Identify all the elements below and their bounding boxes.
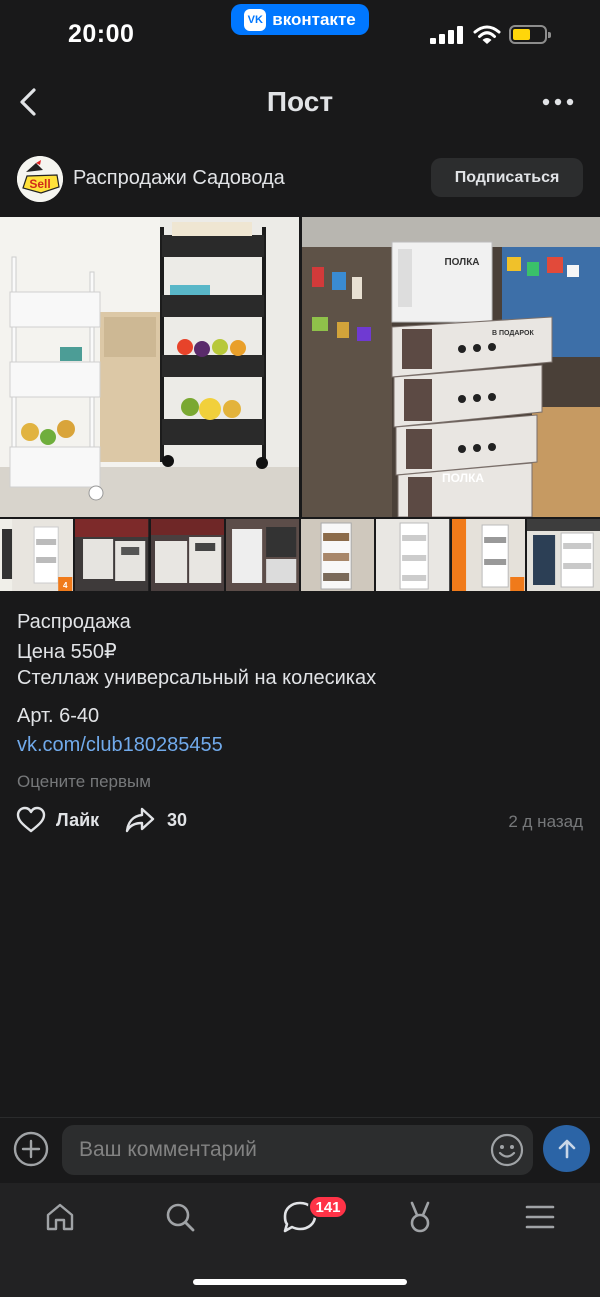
- photo-thumbnail[interactable]: [526, 519, 600, 591]
- messages-badge: 141: [308, 1195, 348, 1219]
- photo-thumbnail[interactable]: [376, 519, 450, 591]
- post-text-line: Распродажа: [17, 611, 131, 633]
- like-label: Лайк: [56, 809, 100, 830]
- photo-thumbnail[interactable]: [301, 519, 375, 591]
- tab-search[interactable]: [158, 1195, 202, 1239]
- tab-clips[interactable]: [398, 1195, 442, 1239]
- thumbnail-image: [451, 519, 525, 591]
- svg-text:Sell: Sell: [29, 177, 50, 191]
- battery-icon: [509, 25, 551, 44]
- vk-app-pill-label: вконтакте: [272, 9, 356, 29]
- photo-thumbnails: 4: [0, 519, 600, 591]
- subscribe-button[interactable]: Подписаться: [431, 158, 583, 197]
- svg-text:4: 4: [63, 581, 68, 590]
- vk-app-pill[interactable]: VK вконтакте: [231, 4, 369, 35]
- author-avatar[interactable]: Sell: [17, 156, 63, 202]
- post-photo-1[interactable]: [0, 217, 299, 517]
- vk-logo-icon: VK: [244, 8, 267, 31]
- thumbnail-image: [150, 519, 224, 591]
- thumbnail-image: 4: [0, 519, 74, 591]
- post-text-line: Цена 550₽: [17, 641, 117, 663]
- photo-thumbnail[interactable]: 4: [0, 519, 74, 591]
- wifi-icon: [473, 25, 501, 44]
- signal-icon: [430, 26, 463, 44]
- comment-input[interactable]: [62, 1125, 533, 1175]
- post-text-line: Стеллаж универсальный на колесиках: [17, 667, 377, 689]
- svg-text:В ПОДАРОК: В ПОДАРОК: [492, 330, 534, 337]
- home-indicator: [193, 1279, 407, 1285]
- more-options-icon[interactable]: [540, 92, 576, 112]
- thumbnail-image: [225, 519, 299, 591]
- rate-hint: Оцените первым: [17, 772, 151, 791]
- thumbnail-image: [75, 519, 149, 591]
- share-icon: [125, 807, 155, 833]
- thumbnail-image: [526, 519, 600, 591]
- svg-text:ПОЛКА: ПОЛКА: [444, 257, 479, 268]
- post-time: 2 д назад: [508, 812, 583, 831]
- page-title: Пост: [266, 86, 334, 117]
- clips-icon: [410, 1201, 430, 1233]
- like-button[interactable]: Лайк: [16, 806, 99, 834]
- emoji-icon[interactable]: [490, 1133, 524, 1167]
- post-article: Арт. 6-40: [17, 705, 100, 727]
- status-time: 20:00: [68, 20, 135, 48]
- photo-thumbnail[interactable]: [225, 519, 299, 591]
- tab-menu[interactable]: [518, 1195, 562, 1239]
- share-count: 30: [167, 809, 188, 830]
- post-photo-2[interactable]: ПОЛКА В ПОДАРОК ПОЛКА: [302, 217, 600, 517]
- arrow-up-icon: [558, 1139, 575, 1158]
- thumbnail-image: [376, 519, 450, 591]
- store-boxes-photo: ПОЛКА В ПОДАРОК ПОЛКА: [302, 217, 600, 517]
- svg-text:ПОЛКА: ПОЛКА: [442, 471, 484, 485]
- author-name[interactable]: Распродажи Садовода: [73, 167, 285, 190]
- shelving-cart-photo: [0, 217, 299, 517]
- photo-thumbnail[interactable]: [451, 519, 525, 591]
- send-button[interactable]: [543, 1125, 590, 1172]
- heart-icon: [16, 806, 46, 833]
- photo-thumbnail[interactable]: [75, 519, 149, 591]
- add-attachment-icon[interactable]: [13, 1131, 49, 1167]
- share-button[interactable]: 30: [125, 806, 187, 834]
- search-icon: [166, 1203, 195, 1232]
- menu-icon: [525, 1205, 555, 1229]
- post-link[interactable]: vk.com/club180285455: [17, 734, 223, 757]
- sell-logo-icon: Sell: [17, 156, 63, 202]
- home-icon: [46, 1203, 74, 1231]
- thumbnail-image: [301, 519, 375, 591]
- photo-thumbnail[interactable]: [150, 519, 224, 591]
- tab-home[interactable]: [38, 1195, 82, 1239]
